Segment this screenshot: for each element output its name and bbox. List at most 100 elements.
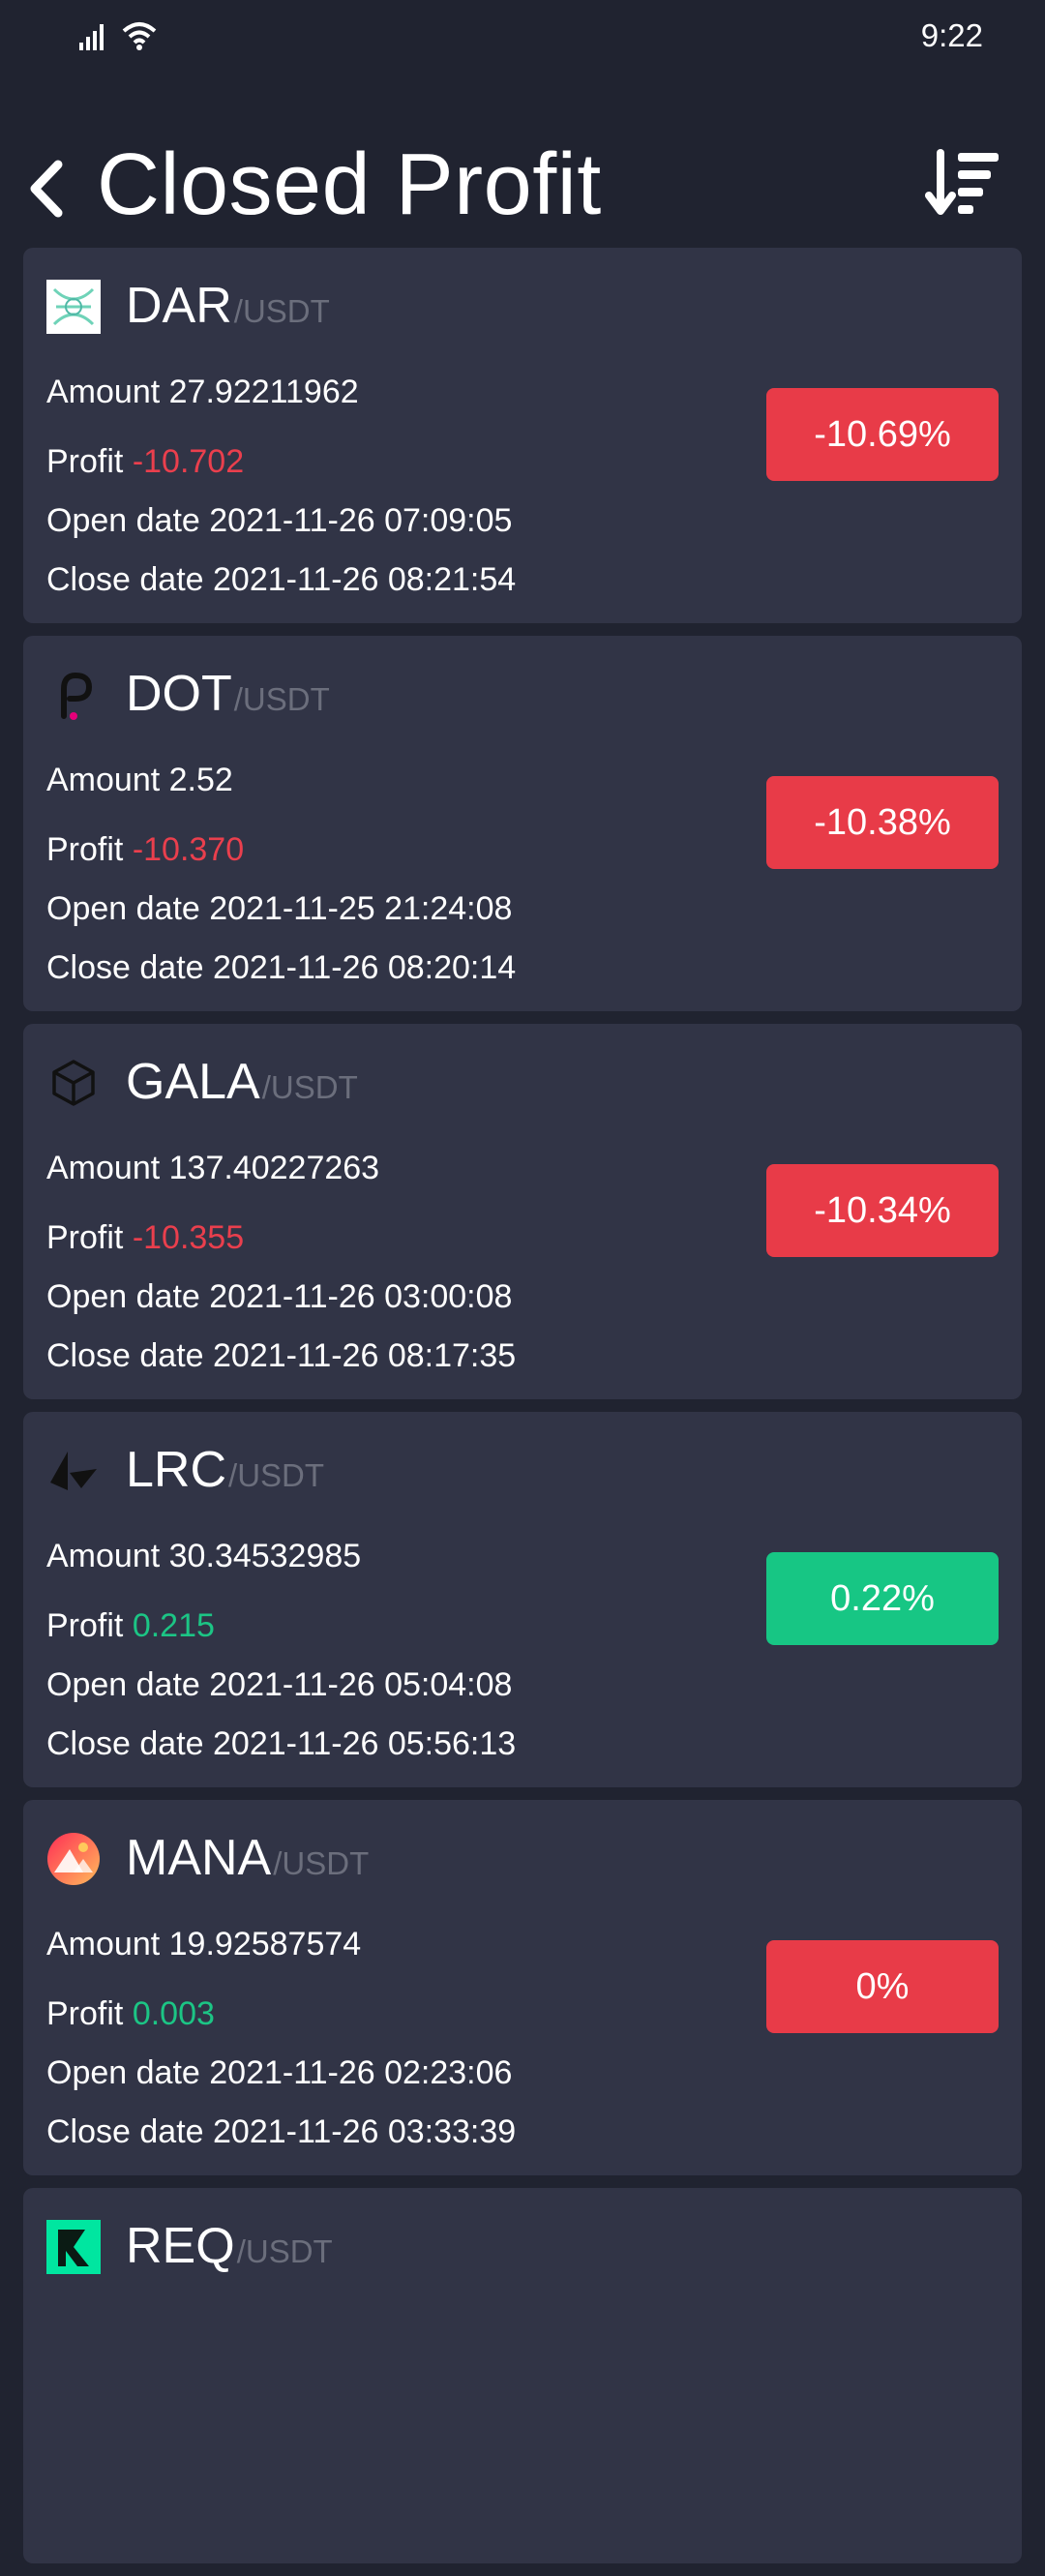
amount-value: 19.92587574 [168, 1926, 362, 1962]
open-date-value: 2021-11-26 02:23:06 [209, 2054, 513, 2091]
amount-label: Amount [46, 1538, 161, 1574]
coin-quote: /USDT [273, 1845, 370, 1881]
coin-quote: /USDT [233, 681, 330, 717]
amount-label: Amount [46, 374, 161, 410]
close-date-label: Close date [46, 561, 204, 598]
coin-symbol: MANA [126, 1830, 272, 1886]
coin-symbol: GALA [126, 1054, 260, 1110]
coin-pair: DAR /USDT [126, 277, 330, 335]
close-date-label: Close date [46, 2113, 204, 2150]
coin-quote: /USDT [261, 1069, 358, 1105]
coin-quote: /USDT [236, 2233, 333, 2269]
profit-row: Profit -10.702 [46, 443, 244, 481]
close-date-row: Close date 2021-11-26 08:20:14 [46, 949, 516, 987]
coin-symbol: LRC [126, 1442, 227, 1498]
profit-value: -10.355 [132, 1219, 245, 1256]
open-date-label: Open date [46, 502, 200, 539]
profit-percent-badge: -10.34% [766, 1164, 999, 1257]
coin-pair: MANA /USDT [126, 1829, 369, 1887]
position-card[interactable]: REQ /USDT [23, 2188, 1022, 2563]
coin-symbol: REQ [126, 2218, 235, 2274]
amount-label: Amount [46, 1926, 161, 1962]
close-date-row: Close date 2021-11-26 03:33:39 [46, 2113, 516, 2151]
open-date-row: Open date 2021-11-26 02:23:06 [46, 2054, 512, 2092]
profit-value: 0.003 [132, 1995, 215, 2032]
close-date-label: Close date [46, 1337, 204, 1374]
position-card[interactable]: MANA /USDT Amount 19.92587574 Profit 0.0… [23, 1800, 1022, 2175]
profit-percent-badge: -10.69% [766, 388, 999, 481]
profit-value: 0.215 [132, 1607, 215, 1644]
open-date-value: 2021-11-26 07:09:05 [209, 502, 513, 539]
back-arrow-icon[interactable] [21, 155, 70, 223]
amount-row: Amount 27.92211962 [46, 374, 359, 411]
close-date-value: 2021-11-26 03:33:39 [213, 2113, 517, 2150]
page-title: Closed Profit [97, 136, 602, 233]
profit-label: Profit [46, 1607, 124, 1644]
coin-quote: /USDT [233, 293, 330, 329]
open-date-label: Open date [46, 2054, 200, 2091]
position-card[interactable]: LRC /USDT Amount 30.34532985 Profit 0.21… [23, 1412, 1022, 1787]
amount-label: Amount [46, 762, 161, 798]
profit-row: Profit -10.370 [46, 831, 244, 869]
profit-label: Profit [46, 443, 124, 480]
position-card[interactable]: DAR /USDT Amount 27.92211962 Profit -10.… [23, 248, 1022, 623]
amount-row: Amount 2.52 [46, 762, 233, 799]
open-date-value: 2021-11-25 21:24:08 [209, 890, 513, 927]
close-date-row: Close date 2021-11-26 05:56:13 [46, 1725, 516, 1763]
gala-logo-icon [52, 1060, 95, 1106]
status-bar: 9:22 [0, 0, 1045, 77]
profit-label: Profit [46, 1219, 124, 1256]
open-date-row: Open date 2021-11-25 21:24:08 [46, 890, 512, 928]
amount-value: 30.34532985 [168, 1538, 362, 1574]
profit-percent-badge: -10.38% [766, 776, 999, 869]
coin-symbol: DOT [126, 666, 232, 722]
coin-pair: LRC /USDT [126, 1441, 324, 1499]
open-date-value: 2021-11-26 05:04:08 [209, 1666, 513, 1703]
amount-value: 2.52 [168, 762, 233, 798]
close-date-value: 2021-11-26 08:20:14 [213, 949, 517, 986]
position-card[interactable]: GALA /USDT Amount 137.40227263 Profit -1… [23, 1024, 1022, 1399]
close-date-value: 2021-11-26 08:21:54 [213, 561, 517, 598]
mana-logo-icon [47, 1833, 100, 1885]
status-time: 9:22 [920, 17, 983, 53]
profit-label: Profit [46, 1995, 124, 2032]
coin-pair: GALA /USDT [126, 1053, 358, 1111]
profit-label: Profit [46, 831, 124, 868]
status-icons [77, 19, 159, 50]
dar-logo-icon [46, 280, 101, 334]
open-date-label: Open date [46, 890, 200, 927]
coin-quote: /USDT [228, 1457, 325, 1493]
lrc-logo-icon [50, 1452, 97, 1490]
app-header: Closed Profit [0, 116, 1045, 242]
amount-label: Amount [46, 1150, 161, 1186]
amount-value: 27.92211962 [168, 374, 359, 410]
position-card[interactable]: DOT /USDT Amount 2.52 Profit -10.370 Ope… [23, 636, 1022, 1011]
coin-symbol: DAR [126, 278, 232, 334]
req-logo-icon [46, 2220, 101, 2274]
close-date-label: Close date [46, 1725, 204, 1762]
amount-row: Amount 30.34532985 [46, 1538, 361, 1575]
profit-value: -10.370 [132, 831, 245, 868]
open-date-row: Open date 2021-11-26 03:00:08 [46, 1278, 512, 1316]
profit-row: Profit 0.215 [46, 1607, 215, 1645]
open-date-label: Open date [46, 1278, 200, 1315]
close-date-value: 2021-11-26 05:56:13 [213, 1725, 517, 1762]
profit-row: Profit 0.003 [46, 1995, 215, 2033]
open-date-label: Open date [46, 1666, 200, 1703]
amount-row: Amount 137.40227263 [46, 1150, 379, 1187]
coin-pair: REQ /USDT [126, 2217, 333, 2275]
profit-row: Profit -10.355 [46, 1219, 244, 1257]
sort-icon[interactable] [925, 145, 1002, 223]
closed-positions-list: DAR /USDT Amount 27.92211962 Profit -10.… [23, 248, 1022, 2576]
profit-percent-badge: 0.22% [766, 1552, 999, 1645]
open-date-value: 2021-11-26 03:00:08 [209, 1278, 513, 1315]
signal-icon [79, 24, 104, 50]
profit-percent-badge: 0% [766, 1940, 999, 2033]
coin-pair: DOT /USDT [126, 665, 330, 723]
close-date-row: Close date 2021-11-26 08:21:54 [46, 561, 516, 599]
amount-row: Amount 19.92587574 [46, 1926, 361, 1963]
amount-value: 137.40227263 [168, 1150, 380, 1186]
open-date-row: Open date 2021-11-26 05:04:08 [46, 1666, 512, 1704]
profit-value: -10.702 [132, 443, 245, 480]
close-date-label: Close date [46, 949, 204, 986]
